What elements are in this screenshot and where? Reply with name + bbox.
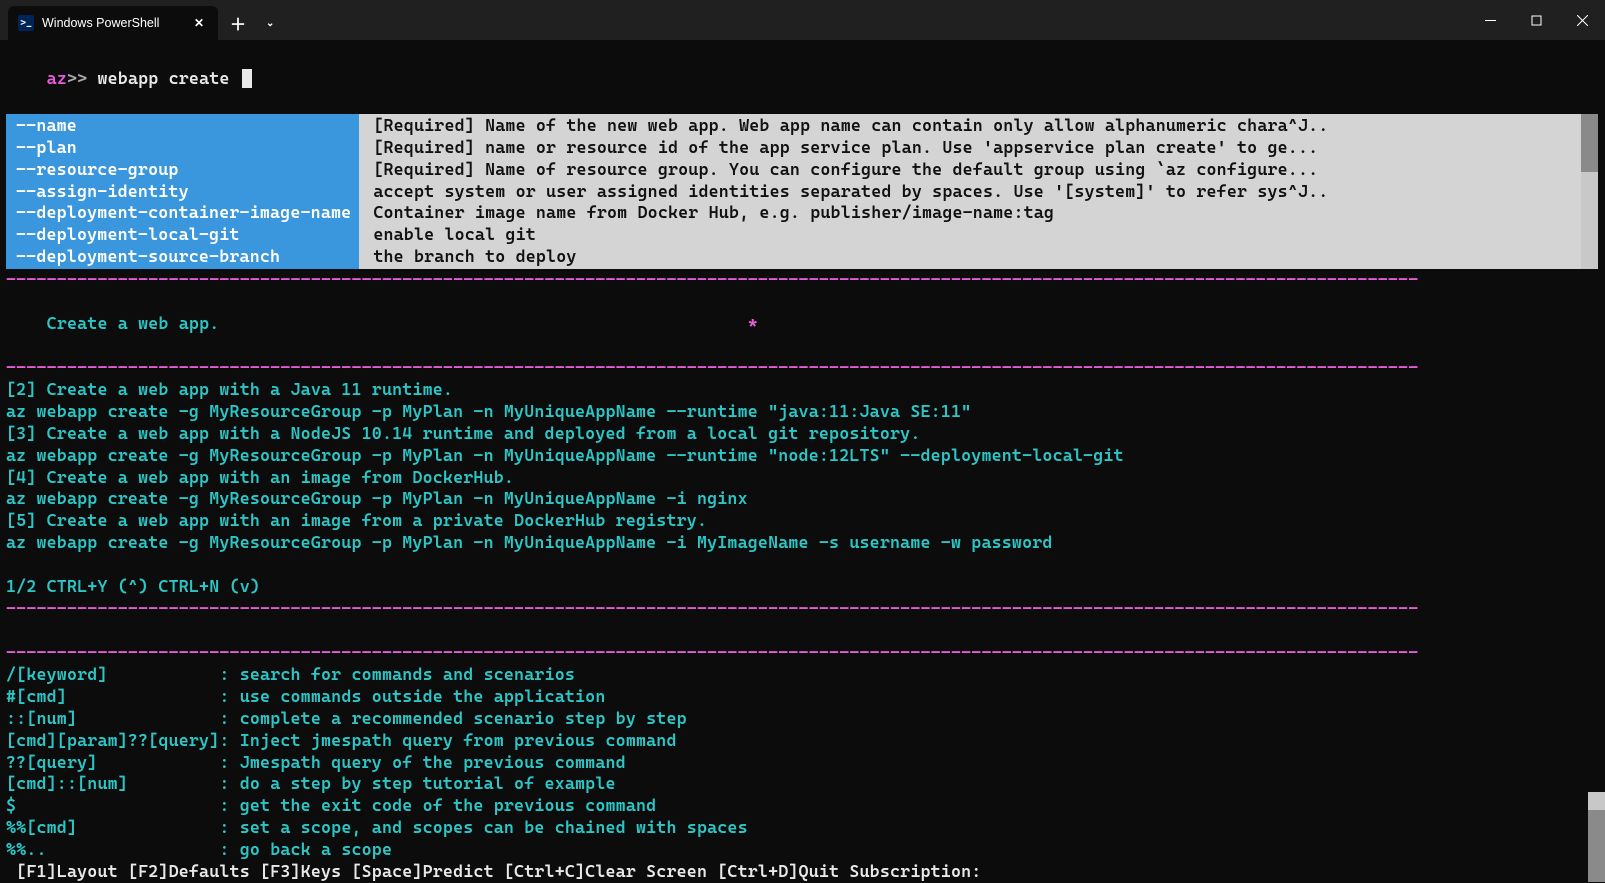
example-line: az webapp create -g MyResourceGroup -p M… <box>6 401 1601 423</box>
prompt-prefix: az <box>47 68 67 88</box>
window-titlebar: >_ Windows PowerShell ✕ ＋ ⌄ <box>0 0 1605 40</box>
completion-description: [Required] Name of the new web app. Web … <box>373 115 1598 137</box>
help-description: : go back a scope <box>219 839 392 859</box>
completion-option[interactable]: --assign-identity <box>16 181 351 203</box>
window-controls <box>1467 0 1605 40</box>
completion-option[interactable]: --deployment-container-image-name <box>16 202 351 224</box>
example-line: az webapp create -g MyResourceGroup -p M… <box>6 445 1601 467</box>
prompt-symbol: >> <box>67 68 97 88</box>
separator-line: ----------------------------------------… <box>6 357 1601 379</box>
tab-powershell[interactable]: >_ Windows PowerShell ✕ <box>8 6 218 40</box>
help-label: ??[query] <box>6 752 219 774</box>
completion-description: accept system or user assigned identitie… <box>373 181 1598 203</box>
completion-description: the branch to deploy <box>373 246 1598 268</box>
completion-description: [Required] name or resource id of the ap… <box>373 137 1598 159</box>
example-line: [4] Create a web app with an image from … <box>6 467 1601 489</box>
help-description: : get the exit code of the previous comm… <box>219 795 656 815</box>
help-line: /[keyword] : search for commands and sce… <box>6 664 1601 686</box>
minimize-button[interactable] <box>1467 0 1513 40</box>
tab-close-button[interactable]: ✕ <box>190 14 208 32</box>
example-line: [5] Create a web app with an image from … <box>6 510 1601 532</box>
prompt-line: az>> webapp create <box>6 46 1601 112</box>
example-line: az webapp create -g MyResourceGroup -p M… <box>6 532 1601 554</box>
help-line: %%[cmd] : set a scope, and scopes can be… <box>6 817 1601 839</box>
completion-description: Container image name from Docker Hub, e.… <box>373 202 1598 224</box>
footer-hints: [F1]Layout [F2]Defaults [F3]Keys [Space]… <box>6 861 1601 883</box>
help-label: %%.. <box>6 839 219 861</box>
help-line: [cmd][param]??[query]: Inject jmespath q… <box>6 730 1601 752</box>
asterisk-icon: * <box>748 313 758 333</box>
completion-option[interactable]: --name <box>16 115 351 137</box>
separator-line: ----------------------------------------… <box>6 642 1601 664</box>
help-line: ::[num] : complete a recommended scenari… <box>6 708 1601 730</box>
page-scrollbar-thumb[interactable] <box>1588 810 1605 882</box>
help-label: [cmd][param]??[query] <box>6 730 219 752</box>
tab-dropdown-button[interactable]: ⌄ <box>258 6 282 40</box>
help-description: : use commands outside the application <box>219 686 605 706</box>
completion-description: enable local git <box>373 224 1598 246</box>
page-scrollbar[interactable] <box>1588 792 1605 882</box>
completion-option[interactable]: --plan <box>16 137 351 159</box>
completion-descriptions-column: [Required] Name of the new web app. Web … <box>359 114 1598 269</box>
completion-dropdown[interactable]: --name --plan --resource-group --assign-… <box>6 114 1598 269</box>
tab-title: Windows PowerShell <box>42 16 182 30</box>
help-description: : Inject jmespath query from previous co… <box>219 730 676 750</box>
terminal-output[interactable]: az>> webapp create --name --plan --resou… <box>0 40 1605 883</box>
separator-line: ----------------------------------------… <box>6 598 1601 620</box>
help-description: : set a scope, and scopes can be chained… <box>219 817 747 837</box>
help-line: #[cmd] : use commands outside the applic… <box>6 686 1601 708</box>
pager-hint: 1/2 CTRL+Y (^) CTRL+N (v) <box>6 576 1601 598</box>
help-description: : Jmespath query of the previous command <box>219 752 625 772</box>
help-label: [cmd]::[num] <box>6 773 219 795</box>
help-label: ::[num] <box>6 708 219 730</box>
separator-line: ----------------------------------------… <box>6 269 1601 291</box>
shortcut-help: /[keyword] : search for commands and sce… <box>6 664 1601 861</box>
text-cursor <box>242 69 252 88</box>
help-description: : complete a recommended scenario step b… <box>219 708 686 728</box>
help-description: : do a step by step tutorial of example <box>219 773 615 793</box>
example-line: [2] Create a web app with a Java 11 runt… <box>6 379 1601 401</box>
help-description: : search for commands and scenarios <box>219 664 575 684</box>
help-line: [cmd]::[num] : do a step by step tutoria… <box>6 773 1601 795</box>
completion-description: [Required] Name of resource group. You c… <box>373 159 1598 181</box>
help-line: %%.. : go back a scope <box>6 839 1601 861</box>
help-label: #[cmd] <box>6 686 219 708</box>
command-input[interactable]: webapp create <box>97 68 239 88</box>
new-tab-button[interactable]: ＋ <box>218 6 258 40</box>
help-line: ??[query] : Jmespath query of the previo… <box>6 752 1601 774</box>
help-label: /[keyword] <box>6 664 219 686</box>
close-window-button[interactable] <box>1559 0 1605 40</box>
dropdown-scrollbar[interactable] <box>1581 114 1598 269</box>
help-label: $ <box>6 795 219 817</box>
powershell-icon: >_ <box>18 15 34 31</box>
example-line: [3] Create a web app with a NodeJS 10.14… <box>6 423 1601 445</box>
dropdown-scrollbar-thumb[interactable] <box>1581 114 1598 172</box>
example-line: az webapp create -g MyResourceGroup -p M… <box>6 488 1601 510</box>
doc-header: Create a web app. * <box>6 291 1601 357</box>
completion-options-column: --name --plan --resource-group --assign-… <box>6 114 359 269</box>
completion-option[interactable]: --resource-group <box>16 159 351 181</box>
completion-option[interactable]: --deployment-local-git <box>16 224 351 246</box>
completion-option[interactable]: --deployment-source-branch <box>16 246 351 268</box>
maximize-button[interactable] <box>1513 0 1559 40</box>
help-line: $ : get the exit code of the previous co… <box>6 795 1601 817</box>
help-label: %%[cmd] <box>6 817 219 839</box>
